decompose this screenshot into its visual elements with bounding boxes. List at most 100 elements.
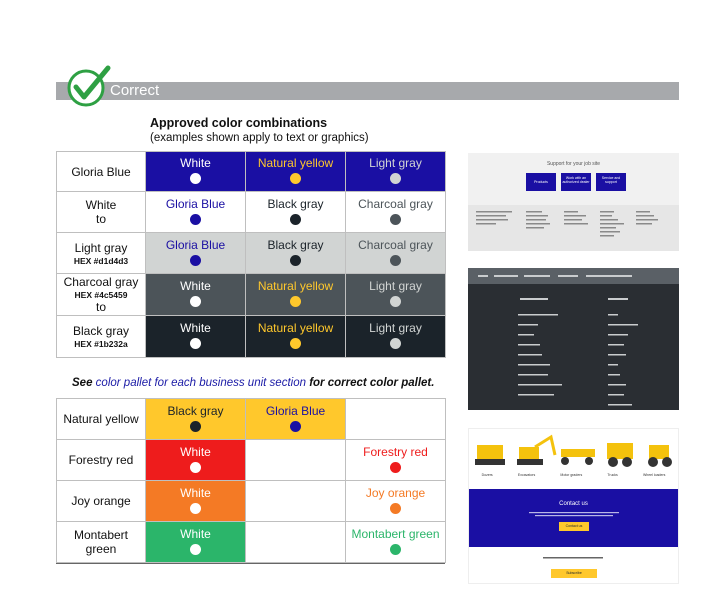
support-button-dealer[interactable]: Work with an authorized dealer: [561, 173, 591, 191]
swatch-cell: Gloria Blue: [145, 191, 246, 233]
color-dot-icon: [390, 338, 401, 349]
contact-band: Contact us Contact us: [469, 489, 678, 547]
breadcrumb-lines: [478, 275, 632, 277]
machine-label: Wheel loaders: [642, 473, 666, 477]
color-dot-icon: [290, 254, 301, 266]
palette-link[interactable]: color pallet for each business unit sect…: [96, 377, 306, 389]
swatch-text: Black gray: [167, 403, 224, 418]
hex-code: HEX #1b232a: [74, 339, 128, 349]
swatch-cell: [245, 439, 346, 481]
footer-link-lines: [476, 211, 658, 237]
swatch-cell: [245, 521, 346, 563]
approved-combinations-table: Gloria Blue White Natural yellow Light gray…: [56, 151, 446, 358]
swatch-cell: Charcoal gray: [345, 232, 446, 274]
row-label-cell: Charcoal gray HEX #4c5459 to: [56, 273, 146, 316]
swatch-text: Charcoal gray: [358, 196, 433, 211]
swatch-text: Gloria Blue: [165, 196, 226, 211]
color-dot-icon: [290, 420, 301, 432]
row-label: Black gray: [72, 324, 130, 338]
support-heading: Support for your job site: [546, 161, 601, 167]
swatch-text: Black gray: [267, 196, 324, 211]
table-row: White to Gloria Blue Black gray Charcoal gra…: [56, 191, 446, 233]
machine-images: [475, 434, 672, 467]
row-label: Charcoal gray: [63, 275, 139, 289]
swatch-cell: Black gray: [245, 232, 346, 274]
note-prefix: See: [72, 377, 96, 389]
machine-label: Motor graders: [560, 473, 583, 477]
swatch-cell: White: [145, 273, 246, 316]
swatch-cell: Black gray: [245, 191, 346, 233]
swatch-cell: Natural yellow: [245, 273, 346, 316]
swatch-text: Forestry red: [363, 444, 428, 459]
swatch-text: White: [180, 444, 211, 459]
swatch-cell: White: [145, 521, 246, 563]
color-dot-icon: [190, 173, 201, 184]
swatch-text: White: [180, 321, 211, 335]
machine-label: Excavators: [517, 473, 536, 477]
color-dot-icon: [390, 543, 401, 555]
swatch-cell: Light gray: [345, 151, 446, 192]
swatch-cell: Light gray: [345, 315, 446, 358]
swatch-text: Black gray: [267, 237, 324, 252]
hex-code: HEX #d1d4d3: [73, 255, 129, 266]
to-label: to: [95, 212, 106, 226]
color-dot-icon: [190, 420, 201, 432]
swatch-text: White: [180, 156, 211, 170]
dark-footer-example: [468, 268, 679, 410]
row-label: Gloria Blue: [71, 164, 131, 179]
swatch-text: Natural yellow: [257, 156, 334, 170]
hex-code: HEX #4c5459: [74, 290, 128, 300]
swatch-text: Joy orange: [365, 485, 426, 500]
support-section-example: Support for your job site Products Work …: [468, 153, 679, 251]
color-dot-icon: [190, 213, 201, 225]
color-dot-icon: [390, 296, 401, 307]
swatch-text: White: [180, 485, 211, 500]
section-title: Approved color combinations: [150, 116, 328, 130]
row-label-cell: Gloria Blue: [56, 151, 146, 192]
dark-footer-link-lines: [518, 298, 638, 406]
color-dot-icon: [290, 213, 301, 225]
color-dot-icon: [390, 502, 401, 514]
color-dot-icon: [290, 338, 301, 349]
row-label-cell: Joy orange: [56, 480, 146, 522]
swatch-text: Light gray: [369, 321, 422, 335]
color-dot-icon: [190, 296, 201, 307]
business-unit-combinations-table: Natural yellow Black gray Gloria Blue Fores…: [56, 398, 446, 563]
swatch-cell: Montabert green: [345, 521, 446, 563]
swatch-cell: Forestry red: [345, 439, 446, 481]
row-label: Montabert green: [73, 528, 129, 556]
swatch-cell: Natural yellow: [245, 151, 346, 192]
swatch-cell: Gloria Blue: [145, 232, 246, 274]
color-dot-icon: [390, 173, 401, 184]
swatch-cell: White: [145, 315, 246, 358]
table-row: Montabert green White Montabert green: [56, 521, 446, 563]
row-label-cell: Light gray HEX #d1d4d3: [56, 232, 146, 274]
swatch-text: Gloria Blue: [265, 403, 326, 418]
table-row: Gloria Blue White Natural yellow Light gray: [56, 151, 446, 192]
row-label: Natural yellow: [63, 412, 139, 426]
support-button-service[interactable]: Service and support: [596, 173, 626, 191]
color-dot-icon: [190, 461, 201, 473]
color-dot-icon: [390, 461, 401, 473]
color-dot-icon: [190, 543, 201, 555]
table-bottom-rule: [56, 563, 445, 564]
table-row: Light gray HEX #d1d4d3 Gloria Blue Black gr…: [56, 232, 446, 274]
color-dot-icon: [190, 502, 201, 514]
swatch-cell: Black gray: [145, 398, 246, 440]
swatch-text: White: [180, 279, 211, 293]
swatch-text: Natural yellow: [257, 279, 334, 293]
machine-labels: Dozers Excavators Motor graders Trucks W…: [469, 473, 678, 477]
swatch-cell: Gloria Blue: [245, 398, 346, 440]
subscribe-button[interactable]: Subscribe: [551, 569, 597, 578]
swatch-cell: Joy orange: [345, 480, 446, 522]
color-dot-icon: [190, 254, 201, 266]
contact-section-example: Dozers Excavators Motor graders Trucks W…: [468, 428, 679, 584]
swatch-text: Charcoal gray: [358, 237, 433, 252]
swatch-cell: Charcoal gray: [345, 191, 446, 233]
checkmark-icon: [67, 65, 111, 107]
swatch-text: Natural yellow: [257, 321, 334, 335]
row-label: Forestry red: [68, 453, 134, 467]
contact-button[interactable]: Contact us: [559, 522, 589, 531]
support-button-products[interactable]: Products: [526, 173, 556, 191]
contact-heading: Contact us: [559, 501, 588, 507]
